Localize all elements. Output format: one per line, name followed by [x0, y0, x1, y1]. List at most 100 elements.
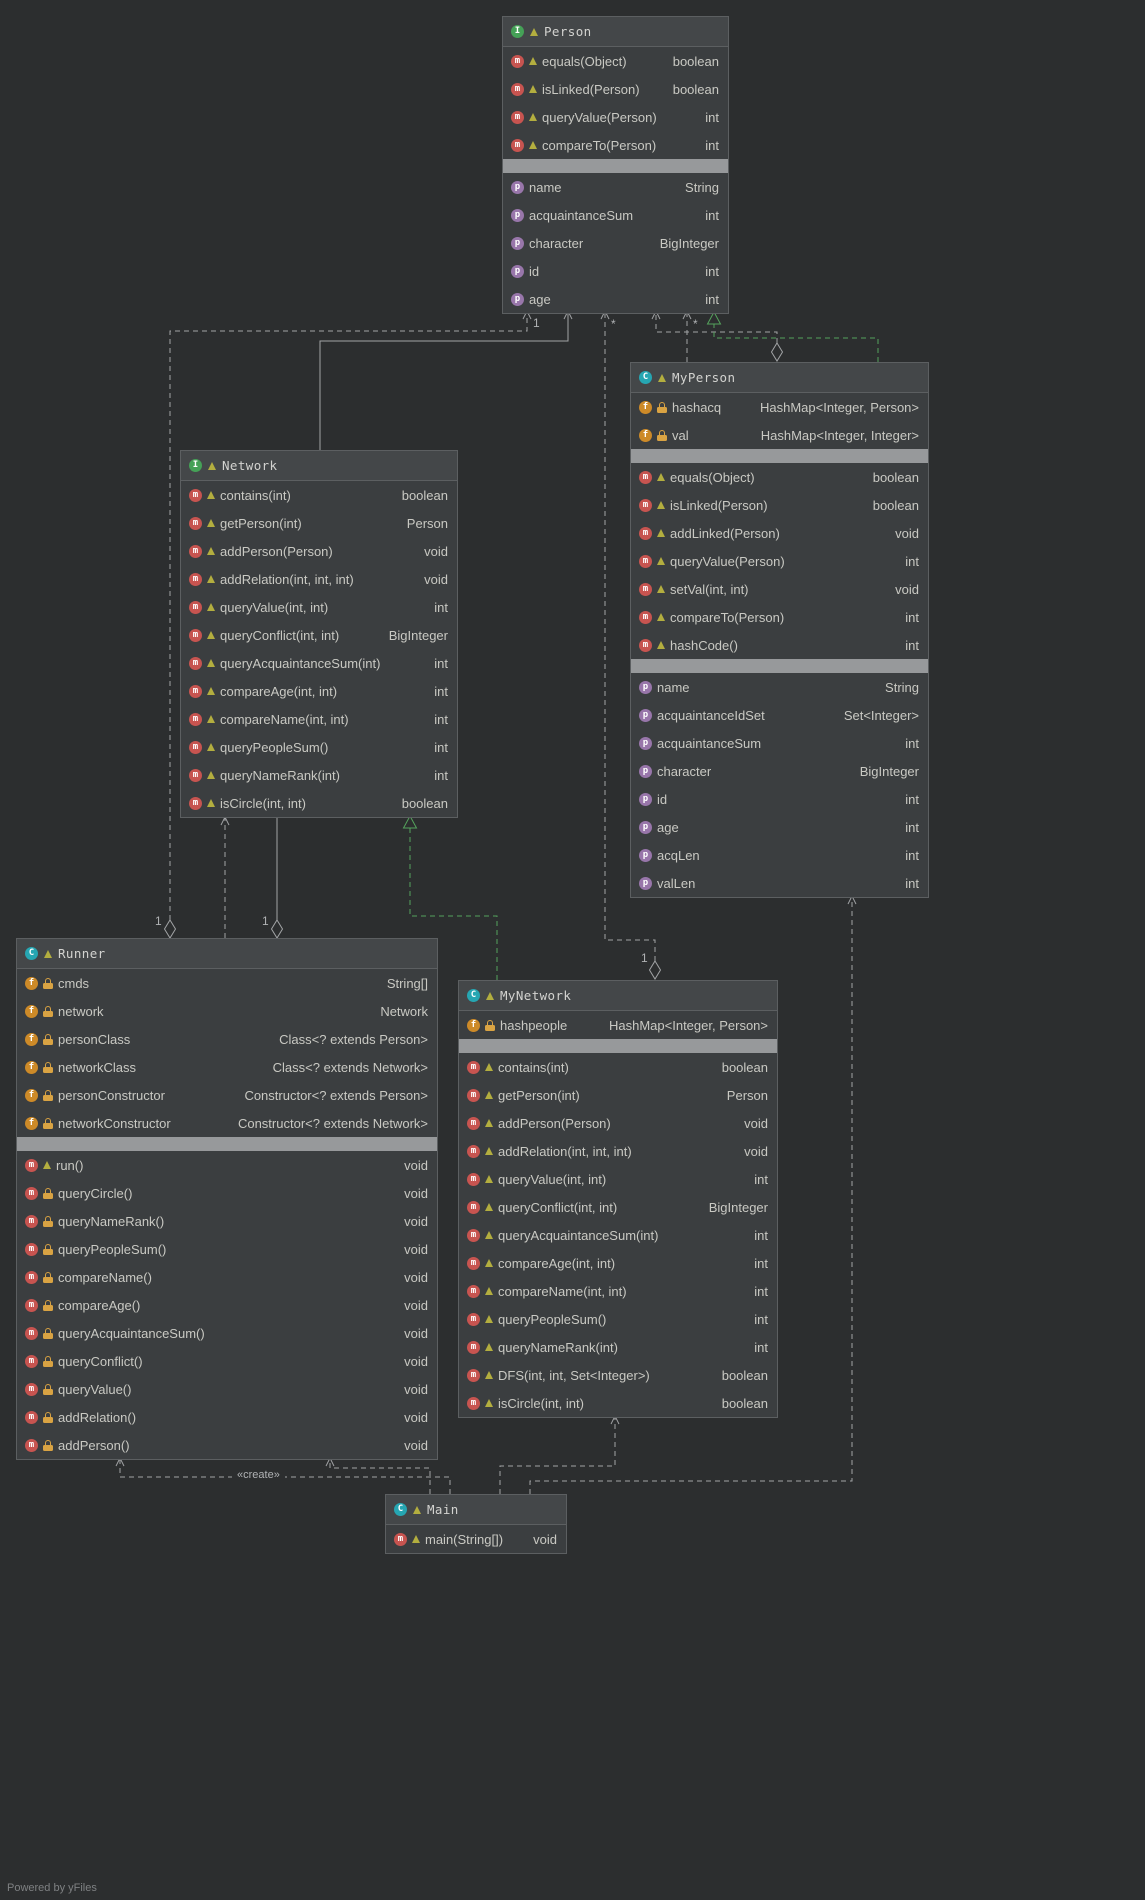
- member-row-hashcode[interactable]: m hashCode() int: [631, 631, 928, 659]
- member-row-age[interactable]: p age int: [503, 285, 728, 313]
- member-row-compareto-person[interactable]: m compareTo(Person) int: [503, 131, 728, 159]
- member-row-main-string[interactable]: m main(String[]) void: [386, 1525, 566, 1553]
- method-icon: m: [467, 1060, 480, 1074]
- member-row-addperson-person[interactable]: m addPerson(Person) void: [181, 537, 457, 565]
- class-node-runner[interactable]: C Runner f cmds String[] f network Network f pers…: [16, 938, 438, 1460]
- diagram-canvas[interactable]: 1 1 1 1 * * Powered by yFiles I Person m equals(…: [0, 0, 1145, 1900]
- member-row-comparename[interactable]: m compareName() void: [17, 1263, 437, 1291]
- member-row-comparename-int-int[interactable]: m compareName(int, int) int: [459, 1277, 777, 1305]
- member-row-querypeoplesum[interactable]: m queryPeopleSum() int: [459, 1305, 777, 1333]
- visibility-icon: [207, 715, 215, 723]
- member-row-queryconflict-int-int[interactable]: m queryConflict(int, int) BigInteger: [459, 1193, 777, 1221]
- class-header-runner[interactable]: C Runner: [17, 939, 437, 969]
- member-row-dfs-int-int-set-integer[interactable]: m DFS(int, int, Set<Integer>) boolean: [459, 1361, 777, 1389]
- class-node-person[interactable]: I Person m equals(Object) boolean m isLinked(P…: [502, 16, 729, 314]
- member-row-cmds[interactable]: f cmds String[]: [17, 969, 437, 997]
- method-icon: m: [189, 516, 202, 530]
- member-row-equals-object[interactable]: m equals(Object) boolean: [631, 463, 928, 491]
- member-row-character[interactable]: p character BigInteger: [503, 229, 728, 257]
- class-node-mynetwork[interactable]: C MyNetwork f hashpeople HashMap<Integer, Pe…: [458, 980, 778, 1418]
- member-row-val[interactable]: f val HashMap<Integer, Integer>: [631, 421, 928, 449]
- member-row-acquaintanceidset[interactable]: p acquaintanceIdSet Set<Integer>: [631, 701, 928, 729]
- member-row-querynamerank-int[interactable]: m queryNameRank(int) int: [459, 1333, 777, 1361]
- member-row-addrelation-int-int-int[interactable]: m addRelation(int, int, int) void: [181, 565, 457, 593]
- member-row-id[interactable]: p id int: [503, 257, 728, 285]
- class-header-network[interactable]: I Network: [181, 451, 457, 481]
- member-row-setval-int-int[interactable]: m setVal(int, int) void: [631, 575, 928, 603]
- member-row-iscircle-int-int[interactable]: m isCircle(int, int) boolean: [181, 789, 457, 817]
- member-row-addrelation[interactable]: m addRelation() void: [17, 1403, 437, 1431]
- member-row-islinked-person[interactable]: m isLinked(Person) boolean: [631, 491, 928, 519]
- class-header-myperson[interactable]: C MyPerson: [631, 363, 928, 393]
- member-row-comparename-int-int[interactable]: m compareName(int, int) int: [181, 705, 457, 733]
- member-row-personclass[interactable]: f personClass Class<? extends Person>: [17, 1025, 437, 1053]
- member-row-getperson-int[interactable]: m getPerson(int) Person: [181, 509, 457, 537]
- visibility-icon: [485, 1175, 493, 1183]
- member-row-compareage[interactable]: m compareAge() void: [17, 1291, 437, 1319]
- member-row-getperson-int[interactable]: m getPerson(int) Person: [459, 1081, 777, 1109]
- member-row-queryconflict-int-int[interactable]: m queryConflict(int, int) BigInteger: [181, 621, 457, 649]
- member-type: void: [404, 1437, 428, 1453]
- member-row-compareage-int-int[interactable]: m compareAge(int, int) int: [459, 1249, 777, 1277]
- member-row-querynamerank[interactable]: m queryNameRank() void: [17, 1207, 437, 1235]
- method-icon: m: [25, 1242, 38, 1256]
- class-header-person[interactable]: I Person: [503, 17, 728, 47]
- member-row-contains-int[interactable]: m contains(int) boolean: [459, 1053, 777, 1081]
- member-row-addperson[interactable]: m addPerson() void: [17, 1431, 437, 1459]
- member-row-networkconstructor[interactable]: f networkConstructor Constructor<? extends…: [17, 1109, 437, 1137]
- member-row-queryacquaintancesum-int[interactable]: m queryAcquaintanceSum(int) int: [181, 649, 457, 677]
- member-row-queryacquaintancesum-int[interactable]: m queryAcquaintanceSum(int) int: [459, 1221, 777, 1249]
- member-row-addlinked-person[interactable]: m addLinked(Person) void: [631, 519, 928, 547]
- member-row-contains-int[interactable]: m contains(int) boolean: [181, 481, 457, 509]
- member-row-hashpeople[interactable]: f hashpeople HashMap<Integer, Person>: [459, 1011, 777, 1039]
- member-row-addperson-person[interactable]: m addPerson(Person) void: [459, 1109, 777, 1137]
- member-name: getPerson(int): [220, 515, 302, 531]
- member-row-queryacquaintancesum[interactable]: m queryAcquaintanceSum() void: [17, 1319, 437, 1347]
- member-type: int: [754, 1171, 768, 1187]
- class-node-network[interactable]: I Network m contains(int) boolean m getPerson(…: [180, 450, 458, 818]
- member-row-name[interactable]: p name String: [631, 673, 928, 701]
- member-row-id[interactable]: p id int: [631, 785, 928, 813]
- member-row-querypeoplesum[interactable]: m queryPeopleSum() void: [17, 1235, 437, 1263]
- member-row-age[interactable]: p age int: [631, 813, 928, 841]
- powered-by-label[interactable]: Powered by yFiles: [7, 1882, 97, 1894]
- member-row-querycircle[interactable]: m queryCircle() void: [17, 1179, 437, 1207]
- member-row-hashacq[interactable]: f hashacq HashMap<Integer, Person>: [631, 393, 928, 421]
- member-row-acquaintancesum[interactable]: p acquaintanceSum int: [631, 729, 928, 757]
- member-row-acqlen[interactable]: p acqLen int: [631, 841, 928, 869]
- member-row-vallen[interactable]: p valLen int: [631, 869, 928, 897]
- member-row-queryvalue[interactable]: m queryValue() void: [17, 1375, 437, 1403]
- member-row-queryconflict[interactable]: m queryConflict() void: [17, 1347, 437, 1375]
- member-row-querynamerank-int[interactable]: m queryNameRank(int) int: [181, 761, 457, 789]
- class-header-main[interactable]: C Main: [386, 1495, 566, 1525]
- member-type: boolean: [672, 53, 719, 69]
- member-row-run[interactable]: m run() void: [17, 1151, 437, 1179]
- aggregation-diamond-icon: [270, 919, 284, 939]
- member-name: age: [529, 291, 551, 307]
- member-type: Constructor<? extends Person>: [244, 1087, 428, 1103]
- member-row-queryvalue-person[interactable]: m queryValue(Person) int: [503, 103, 728, 131]
- member-row-queryvalue-int-int[interactable]: m queryValue(int, int) int: [459, 1165, 777, 1193]
- member-row-querypeoplesum[interactable]: m queryPeopleSum() int: [181, 733, 457, 761]
- member-row-name[interactable]: p name String: [503, 173, 728, 201]
- member-row-iscircle-int-int[interactable]: m isCircle(int, int) boolean: [459, 1389, 777, 1417]
- member-row-personconstructor[interactable]: f personConstructor Constructor<? extends …: [17, 1081, 437, 1109]
- class-node-main[interactable]: C Main m main(String[]) void: [385, 1494, 567, 1554]
- member-row-networkclass[interactable]: f networkClass Class<? extends Network>: [17, 1053, 437, 1081]
- member-row-addrelation-int-int-int[interactable]: m addRelation(int, int, int) void: [459, 1137, 777, 1165]
- member-name: main(String[]): [425, 1531, 504, 1547]
- member-row-character[interactable]: p character BigInteger: [631, 757, 928, 785]
- member-row-acquaintancesum[interactable]: p acquaintanceSum int: [503, 201, 728, 229]
- member-row-queryvalue-person[interactable]: m queryValue(Person) int: [631, 547, 928, 575]
- member-name: isCircle(int, int): [220, 795, 306, 811]
- member-row-network[interactable]: f network Network: [17, 997, 437, 1025]
- method-icon: m: [25, 1382, 38, 1396]
- class-header-mynetwork[interactable]: C MyNetwork: [459, 981, 777, 1011]
- member-row-compareto-person[interactable]: m compareTo(Person) int: [631, 603, 928, 631]
- lock-icon: [43, 1215, 53, 1227]
- class-node-myperson[interactable]: C MyPerson f hashacq HashMap<Integer, Person…: [630, 362, 929, 898]
- member-row-equals-object[interactable]: m equals(Object) boolean: [503, 47, 728, 75]
- member-row-islinked-person[interactable]: m isLinked(Person) boolean: [503, 75, 728, 103]
- member-row-queryvalue-int-int[interactable]: m queryValue(int, int) int: [181, 593, 457, 621]
- member-row-compareage-int-int[interactable]: m compareAge(int, int) int: [181, 677, 457, 705]
